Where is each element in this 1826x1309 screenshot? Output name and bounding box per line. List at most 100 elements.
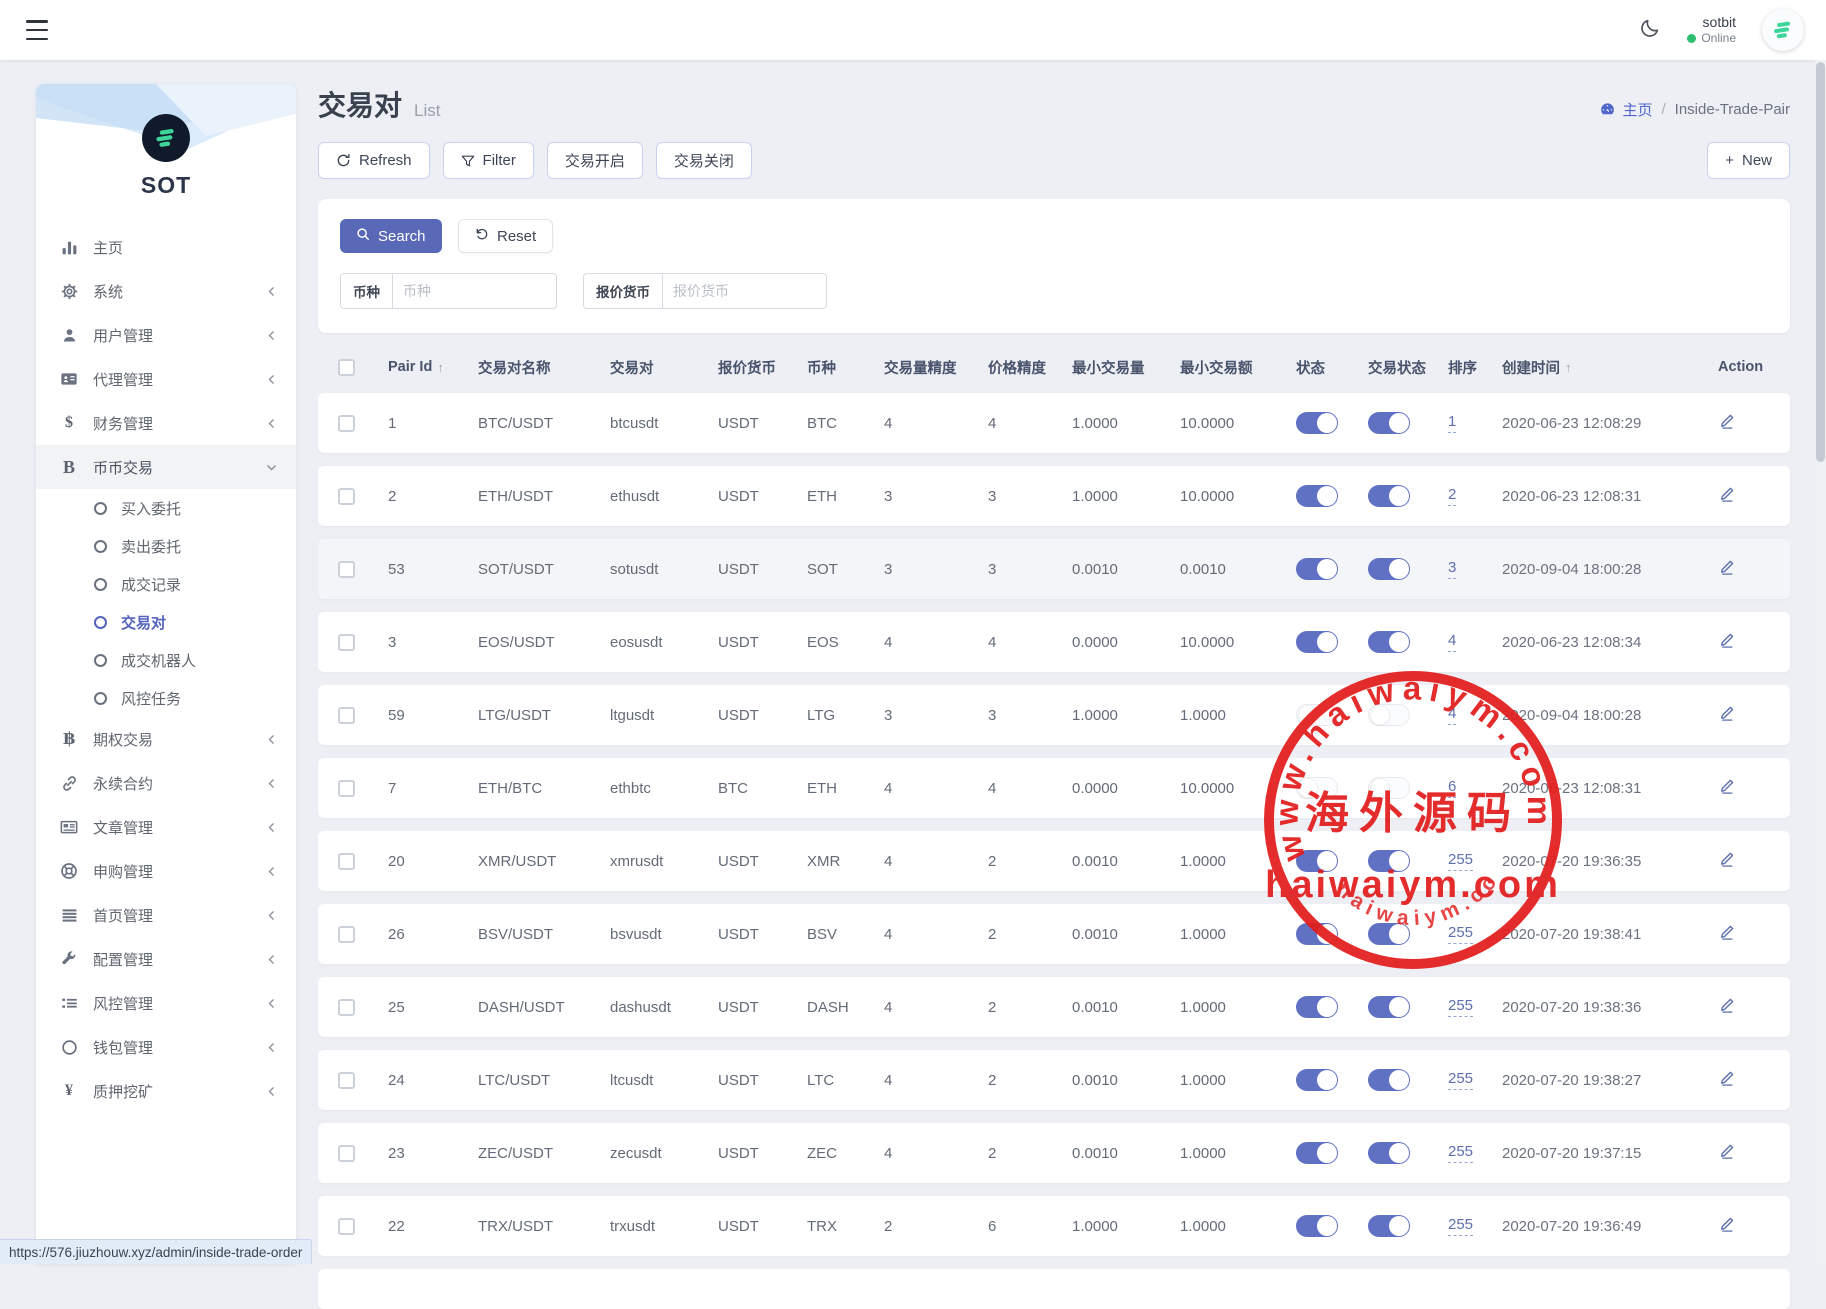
edit-pencil-icon[interactable] [1718, 851, 1735, 868]
sidebar-subitem[interactable]: 风控任务 [36, 679, 296, 717]
sidebar-item[interactable]: 风控管理 [36, 981, 296, 1025]
sidebar-item[interactable]: $财务管理 [36, 401, 296, 445]
trade-status-toggle[interactable] [1368, 850, 1410, 872]
status-toggle[interactable] [1296, 923, 1338, 945]
select-all-checkbox[interactable] [338, 359, 355, 376]
breadcrumb-home-link[interactable]: 主页 [1599, 99, 1652, 120]
sort-value-editable[interactable]: 1 [1448, 413, 1456, 433]
sidebar-subitem[interactable]: 成交记录 [36, 565, 296, 603]
filter-button[interactable]: Filter [443, 142, 534, 179]
sidebar-subitem[interactable]: 买入委托 [36, 489, 296, 527]
sidebar-item[interactable]: 用户管理 [36, 313, 296, 357]
status-toggle[interactable] [1296, 1142, 1338, 1164]
row-checkbox[interactable] [338, 1072, 355, 1089]
trade-status-toggle[interactable] [1368, 1142, 1410, 1164]
trade-close-button[interactable]: 交易关闭 [656, 142, 752, 179]
sort-value-editable[interactable]: 255 [1448, 851, 1473, 871]
status-toggle[interactable] [1296, 704, 1338, 726]
status-toggle[interactable] [1296, 1069, 1338, 1091]
avatar[interactable] [1762, 9, 1804, 51]
sort-value-editable[interactable]: 255 [1448, 997, 1473, 1017]
sort-value-editable[interactable]: 255 [1448, 924, 1473, 944]
row-checkbox[interactable] [338, 634, 355, 651]
trade-status-toggle[interactable] [1368, 996, 1410, 1018]
refresh-button[interactable]: Refresh [318, 142, 430, 179]
row-checkbox[interactable] [338, 780, 355, 797]
status-toggle[interactable] [1296, 996, 1338, 1018]
sort-value-editable[interactable]: 255 [1448, 1216, 1473, 1236]
edit-pencil-icon[interactable] [1718, 413, 1735, 430]
sort-value-editable[interactable]: 3 [1448, 559, 1456, 579]
sidebar-item[interactable]: 配置管理 [36, 937, 296, 981]
trade-status-toggle[interactable] [1368, 485, 1410, 507]
search-button[interactable]: Search [340, 219, 442, 253]
sidebar-item[interactable]: 钱包管理 [36, 1025, 296, 1069]
row-checkbox[interactable] [338, 999, 355, 1016]
sidebar-subitem[interactable]: 成交机器人 [36, 641, 296, 679]
scrollbar-track[interactable] [1815, 60, 1826, 1264]
row-checkbox[interactable] [338, 1145, 355, 1162]
edit-pencil-icon[interactable] [1718, 1216, 1735, 1233]
sidebar-item[interactable]: 代理管理 [36, 357, 296, 401]
trade-status-toggle[interactable] [1368, 777, 1410, 799]
row-checkbox[interactable] [338, 488, 355, 505]
edit-pencil-icon[interactable] [1718, 559, 1735, 576]
status-toggle[interactable] [1296, 850, 1338, 872]
status-toggle[interactable] [1296, 631, 1338, 653]
user-block[interactable]: sotbit Online [1687, 14, 1736, 47]
row-checkbox[interactable] [338, 561, 355, 578]
trade-status-toggle[interactable] [1368, 558, 1410, 580]
sidebar-item[interactable]: 申购管理 [36, 849, 296, 893]
sidebar-item[interactable]: B币币交易 [36, 445, 296, 489]
trade-open-button[interactable]: 交易开启 [547, 142, 643, 179]
scrollbar-thumb[interactable] [1816, 62, 1825, 462]
sidebar-subitem[interactable]: 卖出委托 [36, 527, 296, 565]
row-checkbox[interactable] [338, 1218, 355, 1235]
status-toggle[interactable] [1296, 1215, 1338, 1237]
sidebar-subitem[interactable]: 交易对 [36, 603, 296, 641]
sidebar-item[interactable]: 永续合约 [36, 761, 296, 805]
status-toggle[interactable] [1296, 777, 1338, 799]
edit-pencil-icon[interactable] [1718, 632, 1735, 649]
row-checkbox[interactable] [338, 926, 355, 943]
edit-pencil-icon[interactable] [1718, 924, 1735, 941]
sidebar-item[interactable]: ¥质押挖矿 [36, 1069, 296, 1113]
new-button[interactable]: + New [1707, 142, 1790, 179]
sort-value-editable[interactable]: 4 [1448, 632, 1456, 652]
sidebar-item[interactable]: 主页 [36, 225, 296, 269]
edit-pencil-icon[interactable] [1718, 778, 1735, 795]
edit-pencil-icon[interactable] [1718, 1070, 1735, 1087]
row-checkbox[interactable] [338, 415, 355, 432]
quote-input[interactable] [662, 273, 827, 309]
sort-value-editable[interactable]: 255 [1448, 1070, 1473, 1090]
trade-status-toggle[interactable] [1368, 412, 1410, 434]
sort-value-editable[interactable]: 4 [1448, 705, 1456, 725]
edit-pencil-icon[interactable] [1718, 486, 1735, 503]
sidebar-item[interactable]: ฿期权交易 [36, 717, 296, 761]
edit-pencil-icon[interactable] [1718, 997, 1735, 1014]
trade-status-toggle[interactable] [1368, 704, 1410, 726]
sort-value-editable[interactable]: 6 [1448, 778, 1456, 798]
trade-status-toggle[interactable] [1368, 631, 1410, 653]
status-toggle[interactable] [1296, 558, 1338, 580]
dark-mode-moon-icon[interactable] [1639, 17, 1661, 44]
column-header[interactable]: Pair Id↑ [388, 359, 478, 375]
sidebar-item[interactable]: 首页管理 [36, 893, 296, 937]
status-toggle[interactable] [1296, 412, 1338, 434]
reset-button[interactable]: Reset [458, 219, 553, 253]
trade-status-toggle[interactable] [1368, 923, 1410, 945]
sidebar-item[interactable]: 文章管理 [36, 805, 296, 849]
edit-pencil-icon[interactable] [1718, 1143, 1735, 1160]
sort-value-editable[interactable]: 255 [1448, 1143, 1473, 1163]
sort-value-editable[interactable]: 2 [1448, 486, 1456, 506]
column-header[interactable]: 创建时间↑ [1502, 357, 1718, 378]
hamburger-menu-icon[interactable] [26, 20, 52, 40]
row-checkbox[interactable] [338, 853, 355, 870]
row-checkbox[interactable] [338, 707, 355, 724]
sidebar-item[interactable]: 系统 [36, 269, 296, 313]
status-toggle[interactable] [1296, 485, 1338, 507]
coin-input[interactable] [392, 273, 557, 309]
trade-status-toggle[interactable] [1368, 1069, 1410, 1091]
edit-pencil-icon[interactable] [1718, 705, 1735, 722]
trade-status-toggle[interactable] [1368, 1215, 1410, 1237]
